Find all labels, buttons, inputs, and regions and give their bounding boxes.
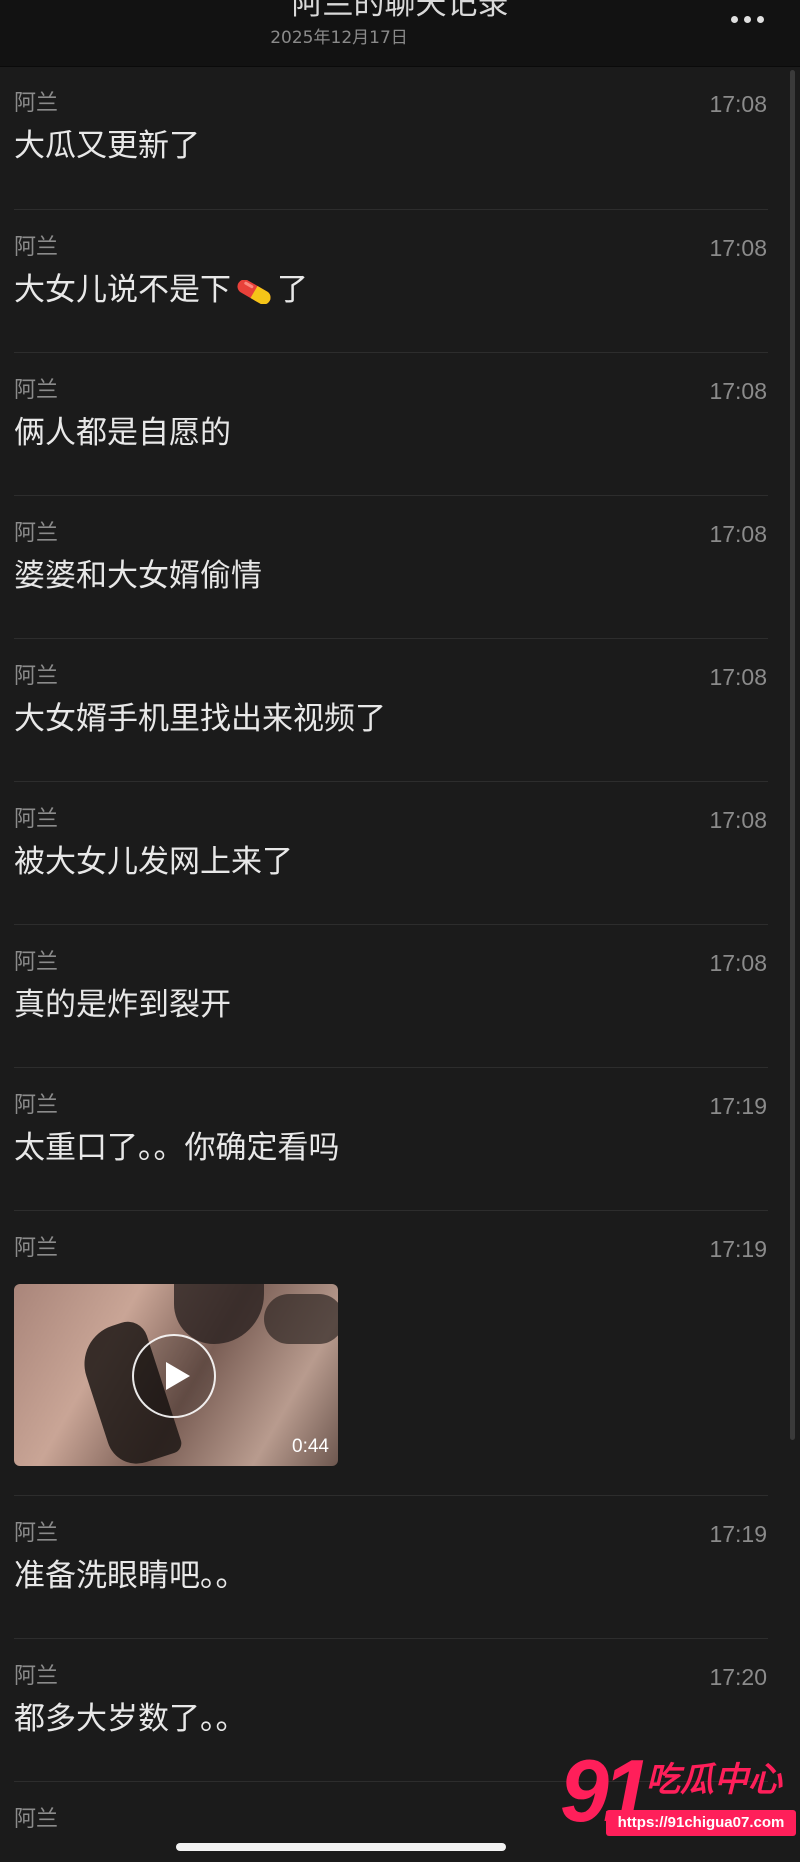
message-time: 17:08 [709, 91, 767, 117]
message-text: 婆婆和大女婿偷情 [14, 558, 262, 594]
message-item[interactable]: 阿兰 17:08 大瓜又更新了 [0, 66, 800, 210]
sender-name: 阿兰 [14, 521, 59, 546]
watermark-brand: 吃瓜中心 [646, 1760, 782, 1800]
watermark-url: https://91chigua07.com [606, 1810, 796, 1836]
play-icon[interactable] [132, 1334, 216, 1418]
message-time: 17:19 [709, 1093, 767, 1119]
message-text-after: 了 [277, 272, 308, 308]
home-indicator[interactable] [176, 1843, 506, 1851]
message-item[interactable]: 阿兰 17:08 被大女儿发网上来了 [0, 782, 800, 925]
message-item[interactable]: 阿兰 17:08 婆婆和大女婿偷情 [0, 496, 800, 639]
message-time: 17:08 [709, 807, 767, 833]
sender-name: 阿兰 [14, 235, 59, 260]
scrollbar[interactable] [790, 70, 795, 1440]
message-time: 17:08 [709, 521, 767, 547]
video-frame-shape [264, 1294, 338, 1344]
message-text: 都多大岁数了。。 [14, 1701, 247, 1737]
message-time: 17:08 [709, 235, 767, 261]
watermark-logo: 91 吃瓜中心 https://91chigua07.com [556, 1746, 796, 1852]
message-time: 17:20 [709, 1664, 767, 1690]
sender-name: 阿兰 [14, 807, 59, 832]
message-text: 大女儿说不是下 了 [14, 270, 308, 310]
message-text: 大女婿手机里找出来视频了 [14, 701, 386, 737]
chat-header: 阿兰的聊天记录 2025年12月17日 [0, 0, 800, 67]
chat-title: 阿兰的聊天记录 [291, 0, 509, 22]
message-item[interactable]: 阿兰 17:08 真的是炸到裂开 [0, 925, 800, 1068]
message-text: 真的是炸到裂开 [14, 987, 231, 1023]
message-item[interactable]: 阿兰 17:08 大女婿手机里找出来视频了 [0, 639, 800, 782]
message-time: 17:19 [709, 1521, 767, 1547]
sender-name: 阿兰 [14, 1807, 59, 1832]
sender-name: 阿兰 [14, 1521, 59, 1546]
video-frame-shape [174, 1284, 264, 1344]
chat-date: 2025年12月17日 [270, 28, 408, 48]
message-text: 被大女儿发网上来了 [14, 844, 293, 880]
message-item[interactable]: 阿兰 17:19 准备洗眼睛吧。。 [0, 1496, 800, 1639]
message-time: 17:08 [709, 950, 767, 976]
sender-name: 阿兰 [14, 1236, 59, 1261]
message-text: 太重口了。。你确定看吗 [14, 1130, 340, 1166]
message-item[interactable]: 阿兰 17:19 太重口了。。你确定看吗 [0, 1068, 800, 1211]
message-text: 俩人都是自愿的 [14, 415, 231, 451]
sender-name: 阿兰 [14, 91, 59, 116]
message-item[interactable]: 阿兰 17:08 俩人都是自愿的 [0, 353, 800, 496]
sender-name: 阿兰 [14, 664, 59, 689]
video-duration: 0:44 [292, 1436, 329, 1457]
sender-name: 阿兰 [14, 950, 59, 975]
more-dots-icon[interactable] [731, 16, 764, 23]
sender-name: 阿兰 [14, 378, 59, 403]
message-time: 17:08 [709, 378, 767, 404]
message-time: 17:19 [709, 1236, 767, 1262]
pill-emoji-icon [237, 280, 271, 304]
message-text: 准备洗眼睛吧。。 [14, 1558, 247, 1594]
message-time: 17:08 [709, 664, 767, 690]
sender-name: 阿兰 [14, 1664, 59, 1689]
message-text-before: 大女儿说不是下 [14, 272, 231, 308]
message-item[interactable]: 阿兰 17:08 大女儿说不是下 了 [0, 210, 800, 353]
sender-name: 阿兰 [14, 1093, 59, 1118]
message-text: 大瓜又更新了 [14, 128, 200, 164]
video-thumbnail[interactable]: 0:44 [14, 1284, 338, 1466]
